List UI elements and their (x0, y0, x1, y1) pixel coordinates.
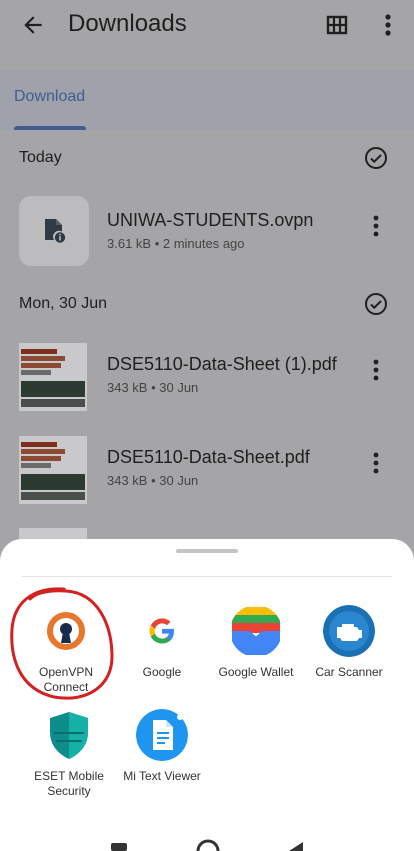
pdf-thumbnail (19, 436, 87, 504)
file-meta: 343 kB • 30 Jun (107, 473, 199, 488)
app-label: Mi Text Viewer (123, 769, 201, 783)
pdf-preview-line (21, 349, 57, 354)
more-vert-icon[interactable] (378, 12, 398, 38)
more-vert-icon[interactable] (368, 451, 384, 475)
pdf-preview-line (21, 363, 61, 368)
share-target-car-scanner[interactable]: Car Scanner (297, 605, 401, 705)
select-all-check-icon[interactable] (364, 292, 388, 316)
section-heading-date: Mon, 30 Jun (19, 295, 108, 312)
share-target-google-wallet[interactable]: Google Wallet (204, 605, 308, 705)
mi-text-viewer-icon (136, 709, 188, 761)
file-row[interactable]: DSE5110-Data-Sheet.pdf 343 kB • 30 Jun (0, 433, 414, 509)
top-app-bar: Downloads (0, 0, 414, 70)
file-row[interactable]: DSE5110-Data-Sheet (1).pdf 343 kB • 30 J… (0, 340, 414, 416)
share-target-mi-text-viewer[interactable]: Mi Text Viewer (110, 709, 214, 809)
file-name: DSE5110-Data-Sheet (1).pdf (107, 354, 337, 374)
highlight-annotation (10, 587, 114, 700)
app-label: Google Wallet (218, 665, 294, 679)
eset-icon (43, 709, 95, 761)
pdf-preview-line (21, 456, 61, 461)
app-label: Google (142, 665, 182, 679)
recents-button-icon (111, 843, 127, 851)
more-vert-icon[interactable] (368, 214, 384, 238)
page-title: Downloads (68, 10, 187, 37)
pdf-preview-line (21, 356, 65, 361)
pdf-preview-image (21, 381, 85, 397)
pdf-preview-image (21, 399, 85, 407)
arrow-left-icon[interactable] (20, 12, 46, 38)
divider (22, 576, 392, 577)
share-target-google[interactable]: Google (110, 605, 214, 705)
google-wallet-icon (232, 607, 280, 655)
app-label: Car Scanner (315, 665, 383, 679)
tab-download[interactable]: Download (14, 88, 85, 106)
tab-bar: Download (0, 70, 414, 130)
grid-view-icon[interactable] (326, 14, 348, 36)
section-heading-today: Today (19, 149, 62, 166)
file-name: DSE5110-Data-Sheet.pdf (107, 447, 310, 467)
pdf-preview-line (21, 449, 65, 454)
file-name: UNIWA-STUDENTS.ovpn (107, 210, 314, 230)
file-meta: 3.61 kB • 2 minutes ago (107, 236, 245, 251)
pdf-thumbnail (19, 343, 87, 411)
pdf-preview-image (21, 474, 85, 490)
pdf-preview-line (21, 442, 57, 447)
home-button-icon (196, 839, 220, 851)
tab-indicator (14, 126, 86, 130)
select-all-check-icon[interactable] (364, 146, 388, 170)
pdf-preview-line (21, 370, 51, 375)
back-button-icon (289, 842, 303, 851)
pdf-preview-line (21, 463, 51, 468)
car-scanner-icon (323, 605, 375, 657)
share-target-eset[interactable]: ESET Mobile Security (17, 709, 121, 809)
system-navigation-bar (111, 839, 303, 851)
file-thumbnail (19, 196, 89, 266)
file-row[interactable]: UNIWA-STUDENTS.ovpn 3.61 kB • 2 minutes … (0, 196, 414, 272)
more-vert-icon[interactable] (368, 358, 384, 382)
file-info-icon (45, 219, 66, 243)
google-icon (136, 605, 188, 657)
pdf-preview-image (21, 492, 85, 500)
drag-handle[interactable] (176, 549, 238, 553)
app-label: ESET Mobile Security (34, 769, 104, 798)
file-meta: 343 kB • 30 Jun (107, 380, 199, 395)
